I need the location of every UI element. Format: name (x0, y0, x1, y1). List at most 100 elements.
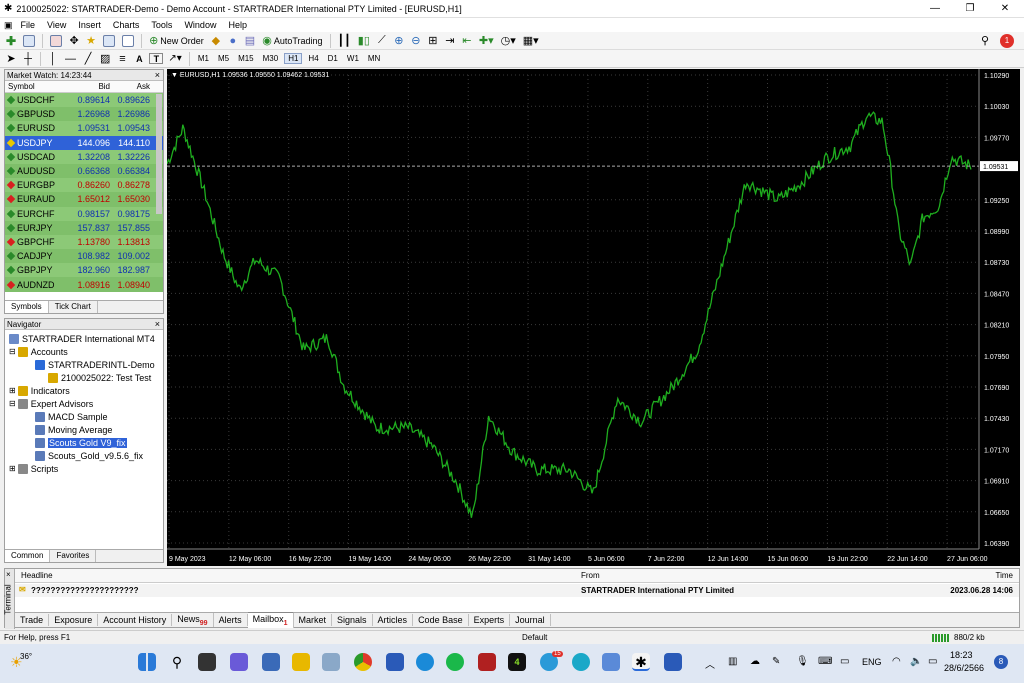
trendline-icon[interactable]: ╱ (81, 52, 95, 66)
clock-time[interactable]: 18:23 (950, 650, 973, 660)
navigator-item[interactable]: Scouts_Gold_v9.5.6_fix (5, 449, 163, 462)
terminal-tab-code-base[interactable]: Code Base (413, 614, 469, 626)
terminal-tab-trade[interactable]: Trade (15, 614, 50, 626)
chrome-icon[interactable] (354, 653, 372, 671)
signals-icon[interactable]: ● (226, 34, 240, 48)
market-watch-row[interactable]: GBPCHF 1.13780 1.13813 (5, 234, 163, 250)
menu-window[interactable]: Window (178, 20, 222, 30)
navigator-item[interactable]: ⊟ Accounts (5, 345, 163, 358)
close-icon[interactable]: × (155, 70, 160, 81)
language-indicator[interactable]: ENG (862, 657, 882, 667)
price-chart[interactable]: 1.10290 1.10030 1.09770 1.09250 1.08990 1.087… (166, 69, 1020, 566)
close-icon[interactable]: × (6, 570, 11, 579)
line-chart-icon[interactable]: ⟋ (375, 34, 389, 48)
edge-icon[interactable] (572, 653, 590, 671)
timeframe-d1[interactable]: D1 (325, 54, 341, 63)
crosshair-icon[interactable]: ┼ (21, 52, 35, 66)
navigator-item[interactable]: Scouts Gold V9_fix (5, 436, 163, 449)
terminal-icon[interactable] (101, 34, 117, 48)
zoom-out-icon[interactable]: ⊖ (409, 34, 423, 48)
battery-icon[interactable]: ▭ (928, 656, 937, 667)
market-watch-row[interactable]: EURGBP 0.86260 0.86278 (5, 178, 163, 193)
terminal-tab-market[interactable]: Market (294, 614, 333, 626)
column-from[interactable]: From (581, 571, 600, 580)
touch-keyboard-icon[interactable]: ▭ (840, 656, 849, 667)
status-profile[interactable]: Default (522, 633, 547, 642)
channel-icon[interactable]: ▨ (98, 52, 112, 66)
menu-insert[interactable]: Insert (72, 20, 107, 30)
market-watch-row[interactable]: USDCAD 1.32208 1.32226 (5, 149, 163, 164)
terminal-tab-experts[interactable]: Experts (469, 614, 511, 626)
timeframe-h1[interactable]: H1 (284, 53, 303, 64)
clock-date[interactable]: 28/6/2566 (944, 663, 984, 673)
word-icon[interactable] (664, 653, 682, 671)
fibonacci-icon[interactable]: ≡ (115, 52, 129, 66)
close-icon[interactable]: × (155, 319, 160, 330)
volume-icon[interactable]: 🔈 (910, 656, 922, 667)
templates-icon[interactable]: ▦▾ (521, 34, 541, 48)
zoom-in-icon[interactable]: ⊕ (392, 34, 406, 48)
timeframe-h4[interactable]: H4 (305, 54, 321, 63)
teams-icon[interactable] (230, 653, 248, 671)
skype-icon[interactable] (416, 653, 434, 671)
search-icon[interactable]: ⚲ (168, 653, 186, 671)
expand-icon[interactable]: ⊟ (9, 399, 16, 408)
chart-menu-icon[interactable]: ▼ (171, 72, 178, 79)
arrows-icon[interactable]: ↗▾ (166, 52, 183, 66)
charting-app-icon[interactable] (322, 653, 340, 671)
menu-charts[interactable]: Charts (107, 20, 146, 30)
photos-icon[interactable] (602, 653, 620, 671)
terminal-tab-journal[interactable]: Journal (510, 614, 551, 626)
tab-tick-chart[interactable]: Tick Chart (49, 301, 98, 313)
windows-start-icon[interactable] (138, 653, 156, 671)
market-watch-row[interactable]: AUDUSD 0.66368 0.66384 (5, 163, 163, 179)
market-watch-row[interactable]: AUDNZD 1.08916 1.08940 (5, 277, 163, 292)
new-order-button[interactable]: ⊕ New Order (147, 34, 206, 48)
minimize-button[interactable]: — (920, 0, 950, 18)
timeframe-m1[interactable]: M1 (195, 54, 212, 63)
indicators-icon[interactable]: ✚▾ (477, 34, 496, 48)
text-tool-icon[interactable]: A (132, 52, 146, 66)
autotrading-button[interactable]: ◉ AutoTrading (260, 34, 324, 48)
menu-file[interactable]: File (15, 20, 42, 30)
market-watch-row[interactable]: EURCHF 0.98157 0.98175 (5, 206, 163, 221)
app-four-icon[interactable]: 4 (508, 653, 526, 671)
tester-icon[interactable] (120, 34, 136, 48)
terminal-tab-mailbox[interactable]: Mailbox1 (247, 612, 294, 628)
column-bid[interactable]: Bid (73, 81, 113, 92)
notifications-icon[interactable]: 1 (1000, 33, 1014, 48)
terminal-tab-signals[interactable]: Signals (332, 614, 373, 626)
navigator-item[interactable]: ⊞ Scripts (5, 462, 163, 475)
search-icon[interactable]: ⚲ (978, 34, 992, 48)
market-watch-row[interactable]: CADJPY 108.982 109.002 (5, 249, 163, 264)
menu-view[interactable]: View (41, 20, 72, 30)
navigator-item[interactable]: ⊟ Expert Advisors (5, 397, 163, 410)
text-label-icon[interactable]: T (149, 53, 164, 64)
column-symbol[interactable]: Symbol (5, 81, 73, 92)
store-icon[interactable] (262, 653, 280, 671)
navigator-item[interactable]: MACD Sample (5, 410, 163, 423)
market-icon[interactable]: ▤ (243, 34, 257, 48)
autoscroll-icon[interactable]: ⇤ (460, 34, 474, 48)
market-watch-row[interactable]: EURUSD 1.09531 1.09543 (5, 121, 163, 136)
terminal-tab-news[interactable]: News99 (172, 612, 214, 628)
timeframe-m15[interactable]: M15 (235, 54, 257, 63)
menu-help[interactable]: Help (222, 20, 253, 30)
terminal-tab-alerts[interactable]: Alerts (214, 614, 248, 626)
market-watch-row[interactable]: USDJPY 144.096 144.110 (5, 135, 163, 150)
expand-icon[interactable]: ⊞ (9, 386, 16, 395)
data-window-icon[interactable]: ✥ (67, 34, 81, 48)
tab-favorites[interactable]: Favorites (50, 550, 97, 562)
column-ask[interactable]: Ask (113, 81, 153, 92)
chart-shift-icon[interactable]: ⇥ (443, 34, 457, 48)
navigator-item[interactable]: STARTRADERINTL-Demo (5, 358, 163, 371)
maximize-button[interactable]: ❐ (955, 0, 985, 18)
app-red-icon[interactable] (478, 653, 496, 671)
tab-symbols[interactable]: Symbols (5, 301, 49, 313)
terminal-tab-articles[interactable]: Articles (373, 614, 414, 626)
word-pad-icon[interactable] (386, 653, 404, 671)
file-explorer-icon[interactable] (292, 653, 310, 671)
metatrader-icon[interactable]: ✱ (632, 653, 650, 671)
column-headline[interactable]: Headline (21, 571, 53, 580)
expand-icon[interactable]: ⊞ (9, 464, 16, 473)
